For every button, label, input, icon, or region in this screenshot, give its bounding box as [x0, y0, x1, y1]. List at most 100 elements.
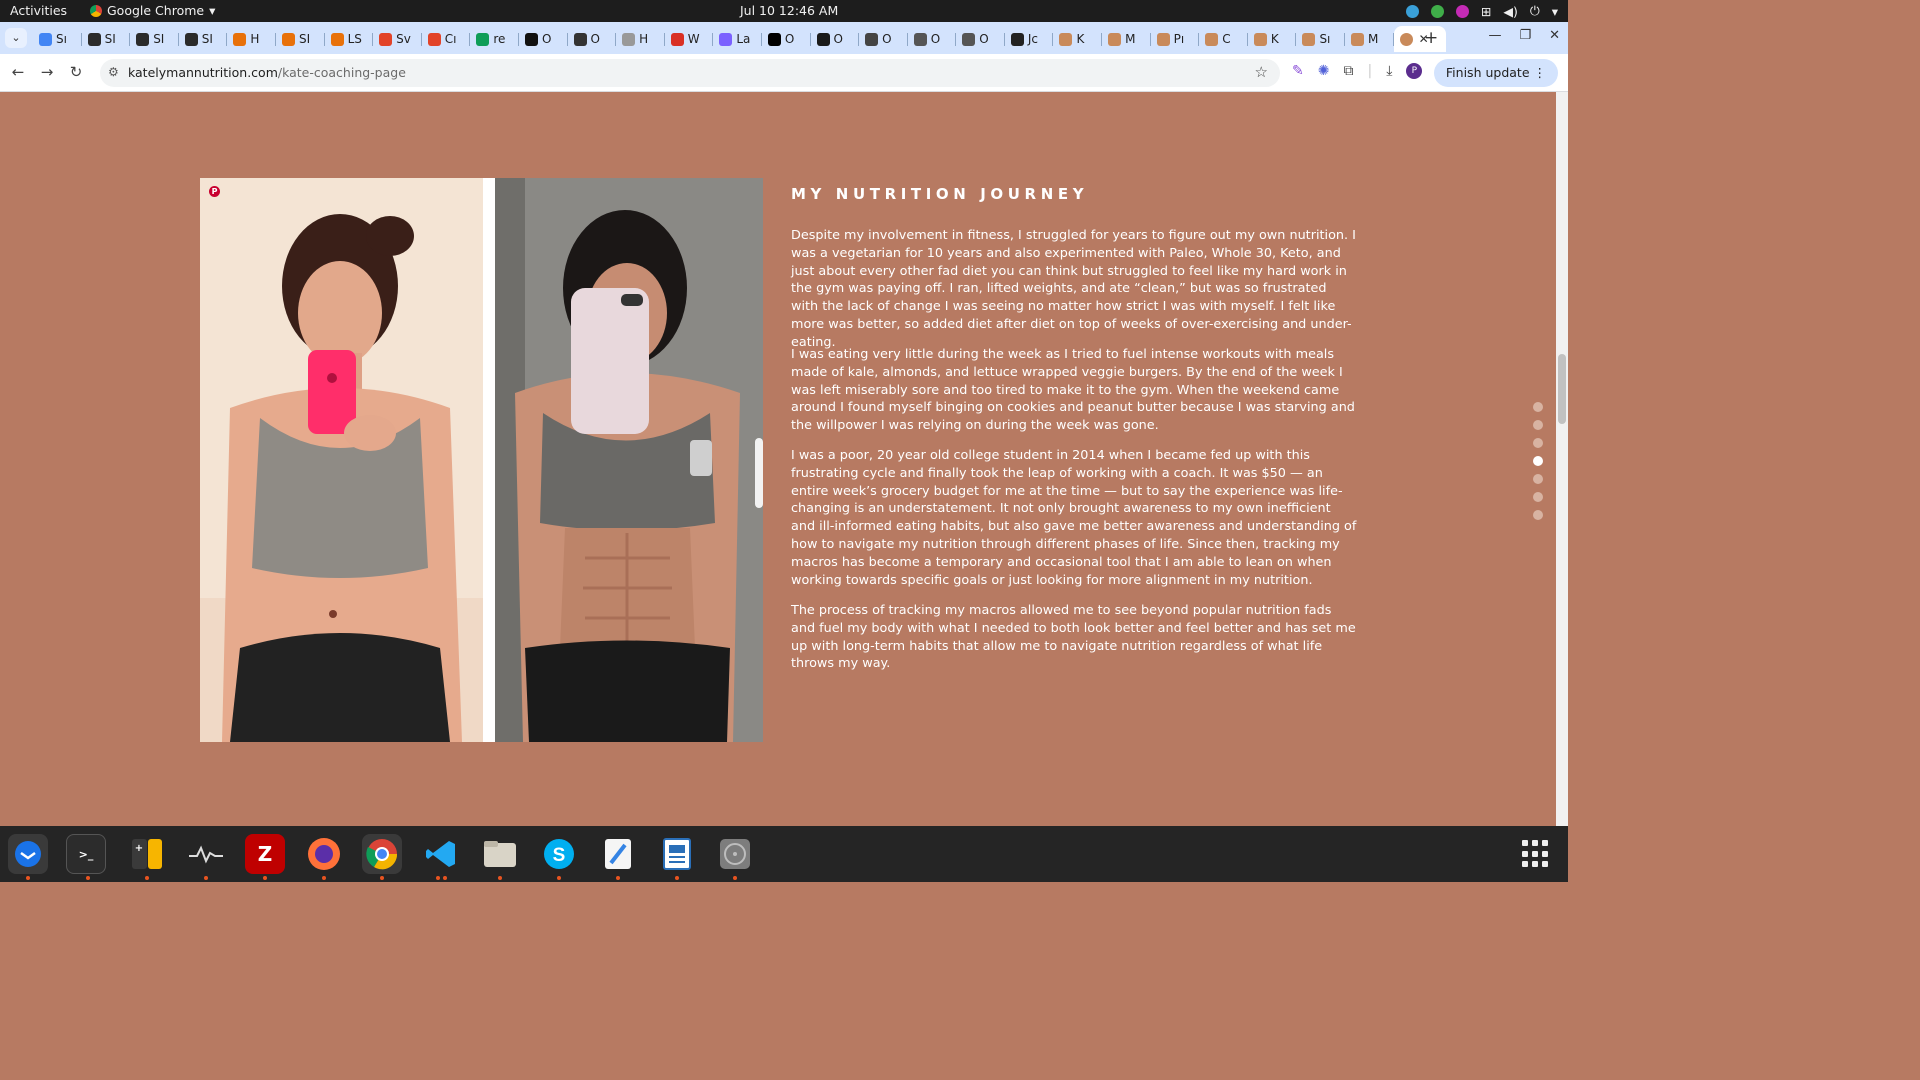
- chevron-down-icon[interactable]: ▾: [1552, 4, 1558, 19]
- browser-tab[interactable]: Sı: [33, 26, 82, 52]
- browser-tab[interactable]: K: [1053, 26, 1102, 52]
- browser-tab[interactable]: H: [227, 26, 276, 52]
- section-dot[interactable]: [1533, 402, 1543, 412]
- gear-extension-icon[interactable]: ✺: [1318, 63, 1330, 79]
- browser-tab[interactable]: M: [1345, 26, 1394, 52]
- power-icon[interactable]: ⏻: [1530, 3, 1540, 19]
- browser-tab[interactable]: Sı: [1296, 26, 1345, 52]
- pinterest-save-icon[interactable]: P: [209, 186, 220, 197]
- network-icon[interactable]: ⊞: [1481, 4, 1491, 19]
- browser-tab[interactable]: SI: [130, 26, 179, 52]
- browser-tab[interactable]: SI: [276, 26, 325, 52]
- tab-label: Pı: [1173, 32, 1185, 46]
- system-top-bar: Activities Google Chrome ▾ Jul 10 12:46 …: [0, 0, 1568, 22]
- browser-tab[interactable]: W: [665, 26, 714, 52]
- text-editor-icon[interactable]: [598, 834, 638, 874]
- browser-tab[interactable]: Cı: [422, 26, 471, 52]
- tab-favicon-icon: [427, 32, 441, 46]
- site-info-icon[interactable]: ⚙: [108, 65, 119, 79]
- firefox-icon[interactable]: [304, 834, 344, 874]
- browser-tab[interactable]: SI: [82, 26, 131, 52]
- address-bar[interactable]: ⚙ katelymannutrition.com/kate-coaching-p…: [100, 59, 1280, 87]
- download-icon[interactable]: ⤓: [1386, 63, 1392, 79]
- browser-tab[interactable]: C: [1199, 26, 1248, 52]
- clock[interactable]: Jul 10 12:46 AM: [740, 3, 838, 18]
- section-dot[interactable]: [1533, 420, 1543, 430]
- browser-toolbar: ← → ↻ ⚙ katelymannutrition.com/kate-coac…: [0, 54, 1568, 92]
- show-apps-grid-icon[interactable]: [1522, 840, 1550, 868]
- sync-icon[interactable]: [1405, 4, 1419, 18]
- tab-favicon-icon: [233, 32, 247, 46]
- browser-tab[interactable]: LS: [325, 26, 374, 52]
- browser-tab[interactable]: Pı: [1151, 26, 1200, 52]
- extensions-puzzle-icon[interactable]: ⧉: [1343, 63, 1353, 79]
- disc-icon[interactable]: [715, 834, 755, 874]
- browser-tab[interactable]: SI: [179, 26, 228, 52]
- section-dot[interactable]: [1533, 474, 1543, 484]
- filezilla-icon[interactable]: Z: [245, 834, 285, 874]
- calculator-icon[interactable]: +: [127, 834, 167, 874]
- tab-search-button[interactable]: ⌄: [5, 28, 27, 48]
- tab-label: Cı: [444, 32, 457, 46]
- browser-tab[interactable]: H: [616, 26, 665, 52]
- browser-tab[interactable]: O: [519, 26, 568, 52]
- minimize-icon[interactable]: —: [1488, 28, 1501, 43]
- files-icon[interactable]: [480, 834, 520, 874]
- tab-favicon-icon: [1010, 32, 1024, 46]
- reload-button[interactable]: ↻: [66, 63, 86, 81]
- running-indicator: [436, 876, 440, 880]
- terminal-icon[interactable]: >_: [66, 834, 106, 874]
- browser-tab[interactable]: re: [470, 26, 519, 52]
- section-dot[interactable]: [1533, 510, 1543, 520]
- tab-label: SI: [104, 32, 116, 46]
- app-menu[interactable]: Google Chrome ▾: [90, 3, 215, 18]
- skype-icon[interactable]: S: [539, 834, 579, 874]
- tab-label: Sı: [56, 32, 67, 46]
- browser-tab[interactable]: Sv: [373, 26, 422, 52]
- scrollbar-thumb[interactable]: [1558, 354, 1566, 424]
- browser-tab[interactable]: La: [713, 26, 762, 52]
- browser-tab[interactable]: O: [811, 26, 860, 52]
- running-indicator: [263, 876, 267, 880]
- svg-text:S: S: [553, 845, 566, 866]
- extension-tray-icon[interactable]: [1455, 4, 1469, 18]
- browser-tab[interactable]: O: [859, 26, 908, 52]
- page-scrollbar[interactable]: [1556, 92, 1568, 826]
- close-window-icon[interactable]: ✕: [1549, 28, 1560, 43]
- chrome-icon[interactable]: [362, 834, 402, 874]
- section-dot[interactable]: [1533, 456, 1543, 466]
- url-text: katelymannutrition.com/kate-coaching-pag…: [128, 65, 406, 80]
- browser-tab[interactable]: O: [568, 26, 617, 52]
- new-tab-button[interactable]: +: [1424, 28, 1438, 48]
- check-icon[interactable]: [1430, 4, 1444, 18]
- tab-label: Jc: [1027, 32, 1039, 46]
- thunderbird-icon[interactable]: [8, 834, 48, 874]
- pen-extension-icon[interactable]: ✎: [1292, 63, 1304, 79]
- finish-update-button[interactable]: Finish update ⋮: [1433, 59, 1558, 87]
- browser-tab[interactable]: O: [762, 26, 811, 52]
- browser-tab[interactable]: M: [1102, 26, 1151, 52]
- activities-button[interactable]: Activities: [10, 3, 67, 18]
- profile-avatar[interactable]: P: [1406, 63, 1423, 79]
- section-dot[interactable]: [1533, 492, 1543, 502]
- running-indicator: [322, 876, 326, 880]
- forward-button[interactable]: →: [37, 63, 57, 81]
- system-monitor-icon[interactable]: [186, 834, 226, 874]
- section-dot[interactable]: [1533, 438, 1543, 448]
- browser-tab[interactable]: Jc: [1005, 26, 1054, 52]
- volume-icon[interactable]: ◀): [1503, 4, 1518, 19]
- running-indicator: [498, 876, 502, 880]
- tab-favicon-icon: [1302, 32, 1316, 46]
- url-host: katelymannutrition.com: [128, 65, 278, 80]
- window-controls: — ❐ ✕: [1488, 28, 1560, 43]
- browser-tab[interactable]: O: [956, 26, 1005, 52]
- browser-tab[interactable]: K: [1248, 26, 1297, 52]
- browser-tab[interactable]: O: [908, 26, 957, 52]
- restore-icon[interactable]: ❐: [1519, 28, 1531, 43]
- back-button[interactable]: ←: [8, 63, 28, 81]
- tab-label: re: [493, 32, 506, 46]
- bookmark-star-icon[interactable]: ☆: [1255, 63, 1268, 81]
- vscode-icon[interactable]: [421, 834, 461, 874]
- system-tray[interactable]: ⊞ ◀) ⏻ ▾: [1405, 3, 1558, 19]
- document-viewer-icon[interactable]: [657, 834, 697, 874]
